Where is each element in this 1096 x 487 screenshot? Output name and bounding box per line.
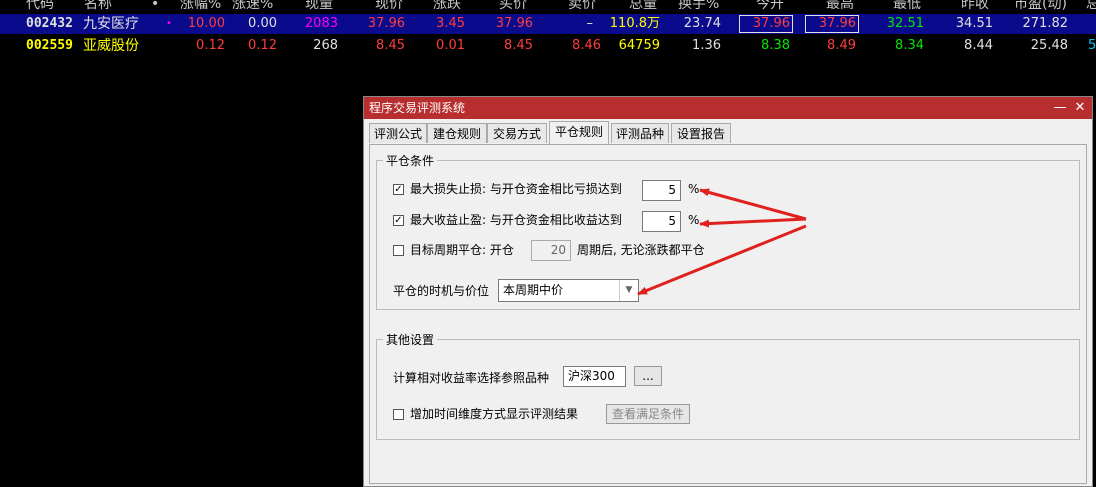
close-conditions-group: 平仓条件 ✓ 最大损失止损: 与开仓资金相比亏损达到 5 % ✓ 最大收益止盈:… [376,152,1080,310]
col-speed[interactable]: 涨速% [232,0,273,14]
browse-button[interactable]: ... [634,366,662,386]
cell-high: 37.96 [804,14,860,34]
cell-pe: 25.48 [1030,38,1068,53]
other-settings-group: 其他设置 计算相对收益率选择参照品种 沪深300 ... 增加时间维度方式显示评… [376,331,1080,440]
tab-report[interactable]: 设置报告 [671,123,731,143]
take-profit-input[interactable]: 5 [642,211,681,232]
cell-ask: 8.46 [572,38,601,53]
col-bid[interactable]: 买价 [499,0,527,14]
stop-loss-label: 最大损失止损: 与开仓资金相比亏损达到 [410,182,622,196]
cell-turnover: 23.74 [683,16,721,31]
tab-open-rules[interactable]: 建仓规则 [427,123,487,143]
target-period-suffix: 周期后, 无论涨跌都平仓 [577,243,705,257]
take-profit-unit: % [688,213,700,227]
benchmark-label: 计算相对收益率选择参照品种 [393,371,550,385]
cell-prev: 34.51 [955,16,993,31]
col-ask[interactable]: 卖价 [568,0,596,14]
cell-prev: 8.44 [964,38,993,53]
cell-total: 110.8万 [609,16,660,31]
time-dimension-label: 增加时间维度方式显示评测结果 [410,407,579,421]
cell-bid: 8.45 [504,38,533,53]
group-title: 平仓条件 [383,152,438,169]
cell-price: 8.45 [376,38,405,53]
cell-ask: – [586,16,594,31]
minimize-icon[interactable]: — [1050,97,1070,119]
tab-formula[interactable]: 评测公式 [369,123,427,143]
cell-open: 8.38 [761,38,790,53]
col-chg[interactable]: 涨跌 [433,0,461,14]
col-turnover[interactable]: 换手% [678,0,719,14]
col-total[interactable]: 总量 [629,0,657,14]
stop-loss-checkbox[interactable]: ✓ [393,184,404,195]
cell-speed: 0.00 [248,16,277,31]
time-dimension-checkbox[interactable] [393,409,404,420]
cell-open: 37.96 [738,14,794,34]
cell-code: 002432 [26,16,73,31]
target-period-checkbox[interactable] [393,245,404,256]
tab-close-rules[interactable]: 平仓规则 [549,121,609,144]
timing-selected-value: 本周期中价 [503,283,564,297]
col-extra[interactable]: 总 [1086,0,1096,14]
col-price[interactable]: 现价 [375,0,403,14]
trading-evaluation-dialog: 程序交易评测系统 — ✕ 评测公式 建仓规则 交易方式 平仓规则 评测品种 设置… [363,96,1093,487]
dialog-title: 程序交易评测系统 [369,101,466,115]
take-profit-label: 最大收益止盈: 与开仓资金相比收益达到 [410,213,622,227]
cell-pct: 0.12 [196,38,225,53]
cell-total: 64759 [618,38,660,53]
group-title: 其他设置 [383,331,438,348]
col-prev[interactable]: 昨收 [961,0,989,14]
cell-low: 8.34 [895,38,924,53]
table-row[interactable]: 002432 九安医疗 • 10.00 0.00 2083 37.96 3.45… [0,14,1096,34]
cell-turnover: 1.36 [692,38,721,53]
cell-code: 002559 [26,38,73,53]
benchmark-input[interactable]: 沪深300 [563,366,626,387]
stop-loss-unit: % [688,182,700,196]
cell-vol: 2083 [304,16,338,31]
stop-loss-input[interactable]: 5 [642,180,681,201]
cell-price: 37.96 [367,16,405,31]
cell-name: 九安医疗 [83,16,139,32]
chevron-down-icon[interactable]: ▼ [619,280,638,301]
cell-pe: 271.82 [1022,16,1069,31]
tab-trade-mode[interactable]: 交易方式 [487,123,547,143]
cell-bid: 37.96 [495,16,533,31]
dialog-titlebar[interactable]: 程序交易评测系统 — ✕ [364,97,1092,119]
view-matches-button[interactable]: 查看满足条件 [606,404,690,424]
table-row[interactable]: 002559 亚威股份 0.12 0.12 268 8.45 0.01 8.45… [0,36,1096,56]
cell-name: 亚威股份 [83,38,139,54]
close-icon[interactable]: ✕ [1070,97,1090,119]
cell-speed: 0.12 [248,38,277,53]
table-header: 代码 名称 • 涨幅% 涨速% 现量 现价 涨跌 买价 卖价 总量 换手% 今开… [0,0,1096,14]
timing-label: 平仓的时机与价位 [393,284,490,298]
cell-high: 8.49 [827,38,856,53]
cell-chg: 3.45 [436,16,465,31]
col-high[interactable]: 最高 [826,0,854,14]
col-mark: • [151,0,160,12]
close-rules-panel: 平仓条件 ✓ 最大损失止损: 与开仓资金相比亏损达到 5 % ✓ 最大收益止盈:… [369,144,1087,484]
take-profit-checkbox[interactable]: ✓ [393,215,404,226]
col-open[interactable]: 今开 [756,0,784,14]
col-low[interactable]: 最低 [893,0,921,14]
target-period-label: 目标周期平仓: 开仓 [410,243,514,257]
cell-extra: 5 [1088,38,1096,53]
tab-instruments[interactable]: 评测品种 [611,123,669,143]
col-vol[interactable]: 现量 [305,0,333,14]
col-pe[interactable]: 市盈(动) [1014,0,1067,14]
target-period-input[interactable]: 20 [531,240,571,261]
cell-pct: 10.00 [187,16,225,31]
cell-chg: 0.01 [436,38,465,53]
timing-select[interactable]: 本周期中价 ▼ [498,279,639,302]
col-pct[interactable]: 涨幅% [180,0,221,14]
col-name[interactable]: 名称 [84,0,112,14]
col-code[interactable]: 代码 [26,0,54,14]
cell-low: 32.51 [886,16,924,31]
cell-vol: 268 [313,38,338,53]
